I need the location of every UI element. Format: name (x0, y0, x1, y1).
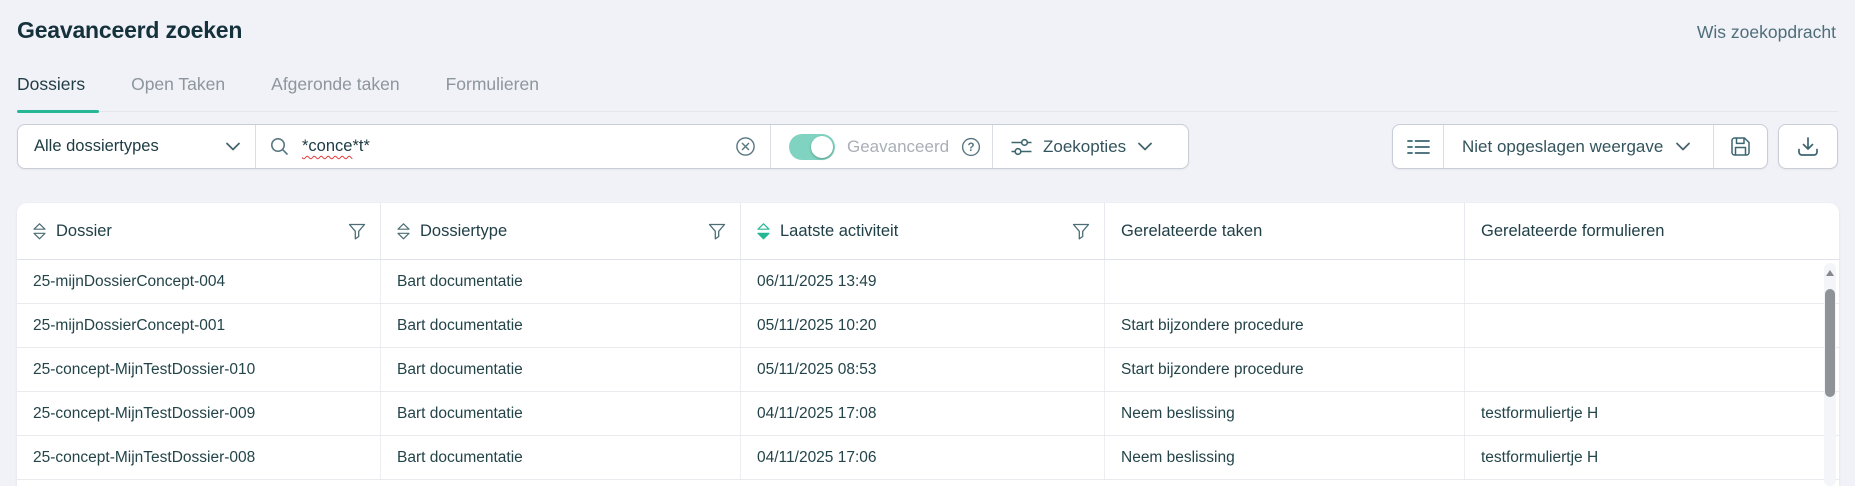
cell-gerelateerde-formulieren: testformuliertje H (1465, 392, 1839, 435)
cell-gerelateerde-taken: Start bijzondere procedure (1105, 304, 1465, 347)
clear-input-icon[interactable] (735, 136, 756, 157)
cell-dossiertype: Bart documentatie (381, 260, 741, 303)
sliders-icon (1011, 138, 1032, 156)
cell-gerelateerde-formulieren: testformuliertje H (1465, 436, 1839, 479)
cell-gerelateerde-formulieren (1465, 304, 1839, 347)
cell-dossiertype: Bart documentatie (381, 304, 741, 347)
view-tools: Niet opgeslagen weergave (1392, 124, 1838, 169)
scrollbar-thumb[interactable] (1825, 289, 1835, 397)
table-scrollbar[interactable] (1824, 263, 1836, 486)
filter-icon[interactable] (708, 223, 726, 240)
chevron-down-icon (225, 142, 241, 152)
zoekopties-label: Zoekopties (1043, 137, 1126, 157)
tab-bar: Dossiers Open Taken Afgeronde taken Form… (17, 72, 1838, 112)
table-row[interactable]: 25-mijnDossierConcept-004 Bart documenta… (17, 260, 1839, 304)
sort-icon[interactable] (33, 223, 46, 240)
table-header: Dossier Dossiertype Laatste activiteit (17, 203, 1839, 260)
sort-icon[interactable] (397, 223, 410, 240)
page-title: Geavanceerd zoeken (17, 17, 242, 44)
advanced-toggle[interactable] (789, 134, 835, 160)
cell-gerelateerde-taken: Start bijzondere procedure (1105, 348, 1465, 391)
column-header-gerelateerde-formulieren: Gerelateerde formulieren (1465, 203, 1839, 259)
table-body: 25-mijnDossierConcept-004 Bart documenta… (17, 260, 1839, 480)
table-row[interactable]: 25-concept-MijnTestDossier-008 Bart docu… (17, 436, 1839, 480)
save-view-button[interactable] (1713, 125, 1767, 168)
column-header-dossiertype[interactable]: Dossiertype (381, 203, 741, 259)
results-table: Dossier Dossiertype Laatste activiteit (17, 203, 1839, 486)
cell-dossier: 25-mijnDossierConcept-001 (17, 304, 381, 347)
download-button[interactable] (1778, 124, 1838, 169)
advanced-toggle-label: Geavanceerd (847, 137, 949, 157)
list-density-icon (1407, 138, 1430, 156)
download-icon (1797, 136, 1819, 157)
cell-laatste-activiteit: 05/11/2025 10:20 (741, 304, 1105, 347)
view-group: Niet opgeslagen weergave (1392, 124, 1768, 169)
sort-desc-active-icon[interactable] (757, 223, 770, 240)
cell-gerelateerde-formulieren (1465, 348, 1839, 391)
toggle-knob (811, 136, 833, 158)
tab-open-taken[interactable]: Open Taken (131, 72, 225, 111)
search-group: Alle dossiertypes *conce*t* Geavanceerd … (17, 124, 1189, 169)
filter-bar: Alle dossiertypes *conce*t* Geavanceerd … (17, 124, 1838, 169)
cell-dossiertype: Bart documentatie (381, 348, 741, 391)
search-field[interactable]: *conce*t* (255, 125, 770, 168)
cell-gerelateerde-taken (1105, 260, 1465, 303)
cell-laatste-activiteit: 04/11/2025 17:06 (741, 436, 1105, 479)
cell-dossier: 25-concept-MijnTestDossier-009 (17, 392, 381, 435)
search-icon (270, 137, 289, 156)
cell-gerelateerde-taken: Neem beslissing (1105, 436, 1465, 479)
cell-laatste-activiteit: 04/11/2025 17:08 (741, 392, 1105, 435)
advanced-section: Geavanceerd ? (770, 125, 992, 168)
tab-dossiers[interactable]: Dossiers (17, 72, 85, 111)
help-icon[interactable]: ? (961, 137, 981, 157)
cell-gerelateerde-formulieren (1465, 260, 1839, 303)
column-label: Laatste activiteit (780, 222, 898, 241)
column-label: Dossiertype (420, 222, 507, 241)
cell-dossiertype: Bart documentatie (381, 436, 741, 479)
filter-icon[interactable] (1072, 223, 1090, 240)
chevron-down-icon (1137, 142, 1153, 152)
dossiertype-select[interactable]: Alle dossiertypes (18, 125, 255, 168)
tab-afgeronde-taken[interactable]: Afgeronde taken (271, 72, 399, 111)
column-label: Gerelateerde formulieren (1481, 222, 1664, 241)
zoekopties-button[interactable]: Zoekopties (992, 125, 1188, 168)
cell-dossiertype: Bart documentatie (381, 392, 741, 435)
filter-icon[interactable] (348, 223, 366, 240)
svg-text:?: ? (968, 142, 975, 154)
cell-laatste-activiteit: 06/11/2025 13:49 (741, 260, 1105, 303)
chevron-down-icon (1675, 142, 1695, 152)
table-row[interactable]: 25-concept-MijnTestDossier-009 Bart docu… (17, 392, 1839, 436)
table-row[interactable]: 25-mijnDossierConcept-001 Bart documenta… (17, 304, 1839, 348)
clear-search-link[interactable]: Wis zoekopdracht (1697, 22, 1836, 43)
search-input[interactable]: *conce*t* (302, 137, 722, 156)
column-header-laatste-activiteit[interactable]: Laatste activiteit (741, 203, 1105, 259)
cell-gerelateerde-taken: Neem beslissing (1105, 392, 1465, 435)
view-select[interactable]: Niet opgeslagen weergave (1443, 125, 1713, 168)
table-row[interactable]: 25-concept-MijnTestDossier-010 Bart docu… (17, 348, 1839, 392)
view-select-value: Niet opgeslagen weergave (1462, 137, 1663, 157)
save-icon (1730, 136, 1751, 157)
cell-dossier: 25-mijnDossierConcept-004 (17, 260, 381, 303)
column-header-gerelateerde-taken: Gerelateerde taken (1105, 203, 1465, 259)
dossiertype-select-value: Alle dossiertypes (34, 137, 159, 156)
scroll-up-arrow-icon[interactable] (1826, 270, 1834, 276)
tab-formulieren[interactable]: Formulieren (446, 72, 539, 111)
cell-dossier: 25-concept-MijnTestDossier-010 (17, 348, 381, 391)
cell-dossier: 25-concept-MijnTestDossier-008 (17, 436, 381, 479)
column-header-dossier[interactable]: Dossier (17, 203, 381, 259)
cell-laatste-activiteit: 05/11/2025 08:53 (741, 348, 1105, 391)
row-density-button[interactable] (1393, 125, 1443, 168)
column-label: Gerelateerde taken (1121, 222, 1262, 241)
column-label: Dossier (56, 222, 112, 241)
